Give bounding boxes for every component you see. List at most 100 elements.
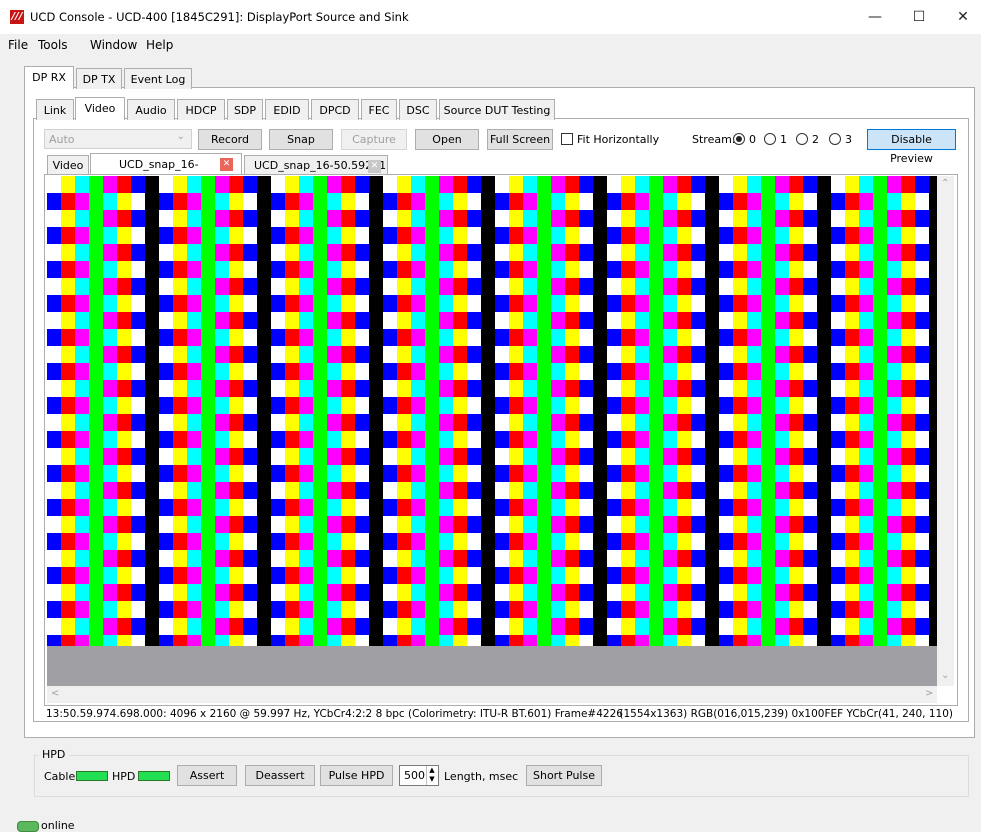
- tab-audio[interactable]: Audio: [127, 99, 175, 120]
- pattern-cell: [369, 397, 383, 414]
- menu-tools[interactable]: Tools: [38, 38, 68, 52]
- pattern-cell: [705, 244, 719, 261]
- short-pulse-button[interactable]: Short Pulse: [526, 765, 602, 786]
- tab-video-live[interactable]: Video: [47, 155, 89, 175]
- pattern-cell: [523, 363, 537, 380]
- pattern-cell: [145, 363, 159, 380]
- pattern-cell: [495, 380, 509, 397]
- pattern-cell: [579, 584, 593, 601]
- menu-file[interactable]: File: [8, 38, 28, 52]
- mode-select[interactable]: Auto ⌄: [44, 129, 192, 149]
- pattern-cell: [327, 380, 341, 397]
- pattern-cell: [691, 448, 705, 465]
- stream-radio-3[interactable]: [829, 133, 841, 145]
- tab-dp-rx[interactable]: DP RX: [24, 66, 74, 89]
- stream-radio-2[interactable]: [796, 133, 808, 145]
- pattern-cell: [257, 397, 271, 414]
- pattern-cell: [845, 482, 859, 499]
- full-screen-button[interactable]: Full Screen: [487, 129, 553, 150]
- pattern-cell: [761, 567, 775, 584]
- close-tab-icon[interactable]: ✕: [368, 160, 381, 173]
- tab-sdp[interactable]: SDP: [227, 99, 263, 120]
- pattern-cell: [313, 261, 327, 278]
- pattern-cell: [901, 261, 915, 278]
- pattern-cell: [677, 465, 691, 482]
- vertical-scrollbar[interactable]: ⌃ ⌄: [937, 176, 954, 686]
- pattern-cell: [201, 278, 215, 295]
- close-button[interactable]: ✕: [948, 6, 978, 28]
- capture-button[interactable]: Capture: [341, 129, 407, 150]
- pulse-hpd-button[interactable]: Pulse HPD: [320, 765, 393, 786]
- tab-dsc[interactable]: DSC: [399, 99, 437, 120]
- record-button[interactable]: Record: [198, 129, 262, 150]
- horizontal-scrollbar[interactable]: < >: [47, 686, 937, 703]
- tab-dp-tx[interactable]: DP TX: [76, 68, 122, 89]
- tab-hdcp[interactable]: HDCP: [177, 99, 225, 120]
- pattern-cell: [691, 431, 705, 448]
- pattern-cell: [47, 329, 61, 346]
- tab-dpcd[interactable]: DPCD: [311, 99, 359, 120]
- pattern-cell: [719, 635, 733, 646]
- pattern-cell: [845, 431, 859, 448]
- pattern-cell: [411, 227, 425, 244]
- pattern-cell: [229, 584, 243, 601]
- tab-link[interactable]: Link: [36, 99, 74, 120]
- stream-radio-0[interactable]: [733, 133, 745, 145]
- video-preview-image[interactable]: [47, 176, 937, 646]
- pattern-cell: [201, 584, 215, 601]
- pattern-cell: [663, 618, 677, 635]
- pattern-cell: [733, 278, 747, 295]
- pattern-cell: [733, 584, 747, 601]
- pattern-cell: [187, 482, 201, 499]
- length-spinbox[interactable]: 500 ▲ ▼: [399, 765, 439, 786]
- maximize-button[interactable]: ☐: [904, 6, 934, 28]
- pattern-cell: [439, 601, 453, 618]
- assert-button[interactable]: Assert: [177, 765, 237, 786]
- pattern-cell: [495, 176, 509, 193]
- disable-preview-button[interactable]: Disable Preview: [867, 129, 956, 165]
- pattern-cell: [887, 193, 901, 210]
- pattern-cell: [495, 414, 509, 431]
- tab-event-log[interactable]: Event Log: [124, 68, 192, 89]
- spin-arrows-icon[interactable]: ▲ ▼: [426, 766, 437, 785]
- menu-help[interactable]: Help: [146, 38, 173, 52]
- pattern-cell: [509, 516, 523, 533]
- pattern-cell: [173, 431, 187, 448]
- close-tab-icon[interactable]: ✕: [220, 158, 233, 171]
- pattern-cell: [215, 312, 229, 329]
- tab-video[interactable]: Video: [75, 97, 125, 120]
- menu-window[interactable]: Window: [90, 38, 137, 52]
- pattern-cell: [649, 516, 663, 533]
- tab-snap-other[interactable]: UCD_snap_16-50.59271 ✕: [244, 155, 388, 175]
- snap-button[interactable]: Snap: [269, 129, 333, 150]
- pattern-cell: [411, 261, 425, 278]
- deassert-button[interactable]: Deassert: [245, 765, 315, 786]
- pattern-cell: [551, 567, 565, 584]
- scroll-left-icon[interactable]: <: [51, 688, 59, 699]
- pattern-cell: [271, 346, 285, 363]
- tab-edid[interactable]: EDID: [265, 99, 309, 120]
- pattern-cell: [747, 176, 761, 193]
- pattern-cell: [467, 295, 481, 312]
- scroll-down-icon[interactable]: ⌄: [941, 670, 949, 681]
- pattern-cell: [621, 550, 635, 567]
- minimize-button[interactable]: —: [860, 6, 890, 28]
- pattern-cell: [705, 363, 719, 380]
- pattern-cell: [131, 618, 145, 635]
- pattern-cell: [313, 465, 327, 482]
- pattern-cell: [509, 397, 523, 414]
- tab-fec[interactable]: FEC: [361, 99, 397, 120]
- fit-horizontally-checkbox[interactable]: [561, 133, 573, 145]
- pattern-cell: [915, 363, 929, 380]
- tab-snap-active[interactable]: UCD_snap_16-51.00005 ✕: [90, 153, 242, 193]
- stream-radio-1[interactable]: [764, 133, 776, 145]
- pattern-cell: [593, 363, 607, 380]
- pattern-cell: [537, 601, 551, 618]
- pattern-cell: [621, 465, 635, 482]
- open-button[interactable]: Open: [415, 129, 479, 150]
- scroll-right-icon[interactable]: >: [925, 688, 933, 699]
- tab-source-dut-testing[interactable]: Source DUT Testing: [439, 99, 555, 120]
- pattern-cell: [467, 312, 481, 329]
- pattern-cell: [747, 482, 761, 499]
- scroll-up-icon[interactable]: ⌃: [941, 178, 949, 189]
